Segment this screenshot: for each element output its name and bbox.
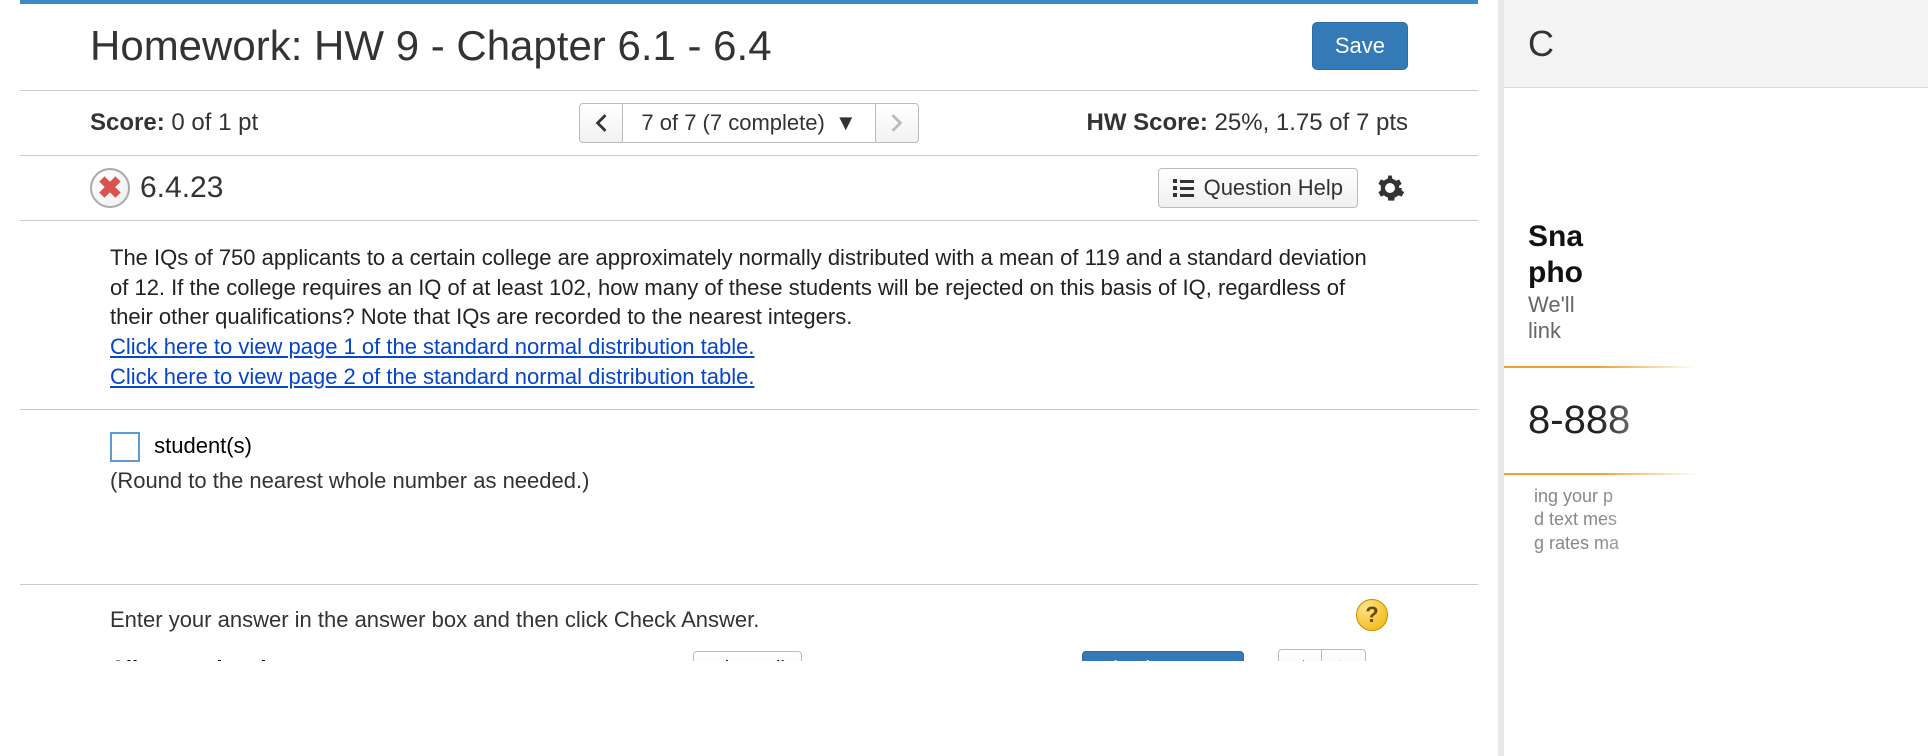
- hw-score-value: 25%, 1.75 of 7 pts: [1215, 109, 1408, 136]
- question-nav-dropdown[interactable]: 7 of 7 (7 complete) ▼: [623, 103, 874, 143]
- phone-number: 8-888: [1504, 368, 1928, 473]
- fine-print-1: ing your p: [1534, 485, 1928, 508]
- question-nav-text: 7 of 7 (7 complete): [641, 110, 824, 136]
- answer-input[interactable]: [110, 432, 140, 462]
- incorrect-icon: ✖: [90, 168, 130, 208]
- score-value: 0 of 1 pt: [171, 109, 258, 136]
- question-help-button[interactable]: Question Help: [1158, 168, 1358, 208]
- right-sub-1: We'll: [1528, 292, 1928, 318]
- chevron-left-icon: [594, 114, 608, 132]
- answer-unit: student(s): [154, 433, 252, 458]
- page-title: Homework: HW 9 - Chapter 6.1 - 6.4: [90, 22, 772, 70]
- table-link-page2[interactable]: Click here to view page 2 of the standar…: [110, 364, 754, 389]
- right-header-text: C: [1528, 23, 1554, 65]
- top-accent-bar: [20, 0, 1478, 4]
- caret-down-icon: ▼: [835, 110, 857, 136]
- score-display: Score: 0 of 1 pt: [90, 109, 579, 137]
- hw-score-label: HW Score:: [1087, 109, 1208, 136]
- hw-score-display: HW Score: 25%, 1.75 of 7 pts: [919, 109, 1408, 137]
- question-text: The IQs of 750 applicants to a certain c…: [110, 243, 1388, 332]
- right-heading-1: Sna: [1528, 220, 1928, 254]
- gear-icon: [1375, 173, 1405, 203]
- save-button[interactable]: Save: [1312, 22, 1408, 70]
- right-sub-2: link: [1528, 318, 1928, 344]
- right-heading-2: pho: [1528, 256, 1928, 290]
- settings-button[interactable]: [1372, 170, 1408, 206]
- list-icon: [1173, 179, 1194, 197]
- question-help-label: Question Help: [1204, 175, 1343, 201]
- round-note: (Round to the nearest whole number as ne…: [110, 468, 1388, 494]
- question-number: 6.4.23: [140, 171, 223, 205]
- score-label: Score:: [90, 109, 165, 136]
- chevron-right-icon: [890, 114, 904, 132]
- fine-print-3: g rates ma: [1534, 532, 1928, 555]
- footer-instruction: Enter your answer in the answer box and …: [110, 607, 759, 632]
- right-panel-header: C: [1504, 0, 1928, 88]
- prev-question-button[interactable]: [579, 103, 623, 143]
- help-button[interactable]: ?: [1356, 599, 1388, 631]
- next-question-button[interactable]: [875, 103, 919, 143]
- table-link-page1[interactable]: Click here to view page 1 of the standar…: [110, 334, 754, 359]
- fine-print-2: d text mes: [1534, 508, 1928, 531]
